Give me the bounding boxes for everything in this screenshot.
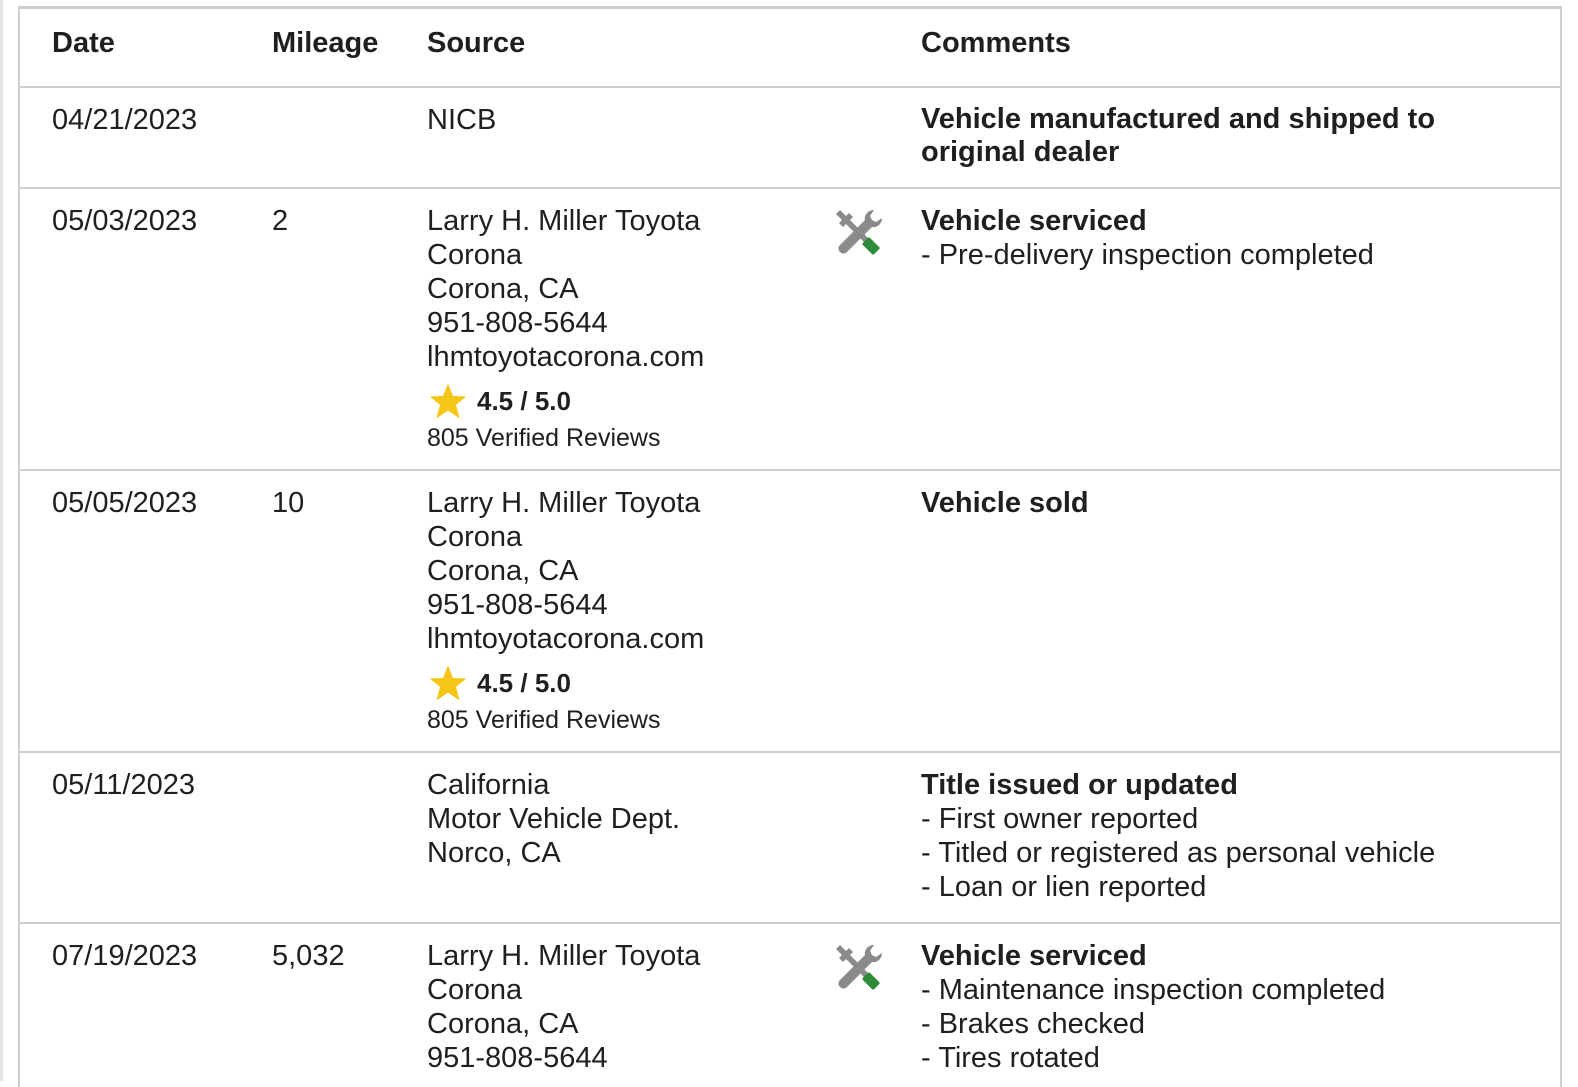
comment-detail: - Brakes checked <box>921 1008 1146 1040</box>
comment-detail: - Titled or registered as personal vehic… <box>921 837 1436 869</box>
source-phone: 951-808-5644 <box>427 589 608 621</box>
page-edge-rule <box>0 0 3 1081</box>
comment-title: Vehicle serviced <box>921 940 1147 972</box>
comment-title: Vehicle sold <box>921 487 1089 519</box>
row-source: Larry H. Miller Toyota Corona Corona, CA… <box>427 486 704 736</box>
rating-score: 4.5 / 5.0 <box>477 386 571 416</box>
source-location: Norco, CA <box>427 837 561 869</box>
source-website: lhmtoyotacorona.com <box>427 341 705 373</box>
row-source: NICB <box>427 103 496 137</box>
row-date: 05/11/2023 <box>52 769 195 801</box>
row-date: 07/19/2023 <box>52 940 198 972</box>
comment-detail: - Pre-delivery inspection completed <box>921 239 1374 271</box>
comment-detail: - First owner reported <box>921 803 1199 835</box>
review-count: 805 Verified Reviews <box>427 706 661 734</box>
comment-title: Title issued or updated <box>921 769 1238 801</box>
row-comments: Vehicle serviced - Pre-delivery inspecti… <box>921 204 1374 272</box>
row-comments: Title issued or updated - First owner re… <box>921 768 1435 904</box>
dealer-rating: 4.5 / 5.0 <box>427 382 704 420</box>
row-comments: Vehicle sold <box>921 486 1089 520</box>
source-name: California <box>427 769 550 801</box>
header-comments: Comments <box>921 27 1071 59</box>
source-name-cont: Corona <box>427 974 523 1006</box>
source-location: Corona, CA <box>427 1008 579 1040</box>
row-mileage: 10 <box>272 487 305 519</box>
vehicle-history-table: Date Mileage Source Comments 04/21/2023 … <box>18 6 1562 1087</box>
row-icon <box>830 204 886 268</box>
header-source: Source <box>427 27 526 59</box>
row-comments: Vehicle manufactured and shipped to orig… <box>921 103 1481 169</box>
table-row: 05/11/2023 California Motor Vehicle Dept… <box>20 753 1560 924</box>
source-location: Corona, CA <box>427 555 579 587</box>
header-mileage: Mileage <box>272 27 379 59</box>
row-source: Larry H. Miller Toyota Corona Corona, CA… <box>427 204 704 454</box>
source-name: Larry H. Miller Toyota <box>427 940 701 972</box>
header-date: Date <box>52 27 115 59</box>
wrench-screwdriver-icon <box>836 945 882 990</box>
table-header: Date Mileage Source Comments <box>20 9 1560 88</box>
comment-title: Vehicle serviced <box>921 205 1147 237</box>
source-line: NICB <box>427 104 497 136</box>
source-name-cont: Corona <box>427 521 523 553</box>
row-date: 05/03/2023 <box>52 205 198 237</box>
source-name: Larry H. Miller Toyota <box>427 487 701 519</box>
rating-score: 4.5 / 5.0 <box>477 668 571 698</box>
review-count: 805 Verified Reviews <box>427 424 661 452</box>
row-source: Larry H. Miller Toyota Corona Corona, CA… <box>427 939 700 1075</box>
row-mileage: 5,032 <box>272 940 345 972</box>
table-row: 07/19/2023 5,032 Larry H. Miller Toyota … <box>20 924 1560 1087</box>
star-icon <box>429 383 467 419</box>
row-date: 05/05/2023 <box>52 487 198 519</box>
wrench-screwdriver-icon <box>836 210 882 255</box>
row-source: California Motor Vehicle Dept. Norco, CA <box>427 768 680 870</box>
source-phone: 951-808-5644 <box>427 1042 608 1074</box>
table-row: 05/05/2023 10 Larry H. Miller Toyota Cor… <box>20 471 1560 753</box>
comment-detail: - Maintenance inspection completed <box>921 974 1386 1006</box>
comment-detail: - Loan or lien reported <box>921 871 1207 903</box>
source-location: Corona, CA <box>427 273 579 305</box>
comment-detail: - Tires rotated <box>921 1042 1100 1074</box>
row-date: 04/21/2023 <box>52 104 198 136</box>
source-name: Larry H. Miller Toyota <box>427 205 701 237</box>
row-icon <box>830 939 886 1003</box>
table-row: 04/21/2023 NICB Vehicle manufactured and… <box>20 88 1560 189</box>
star-icon <box>429 665 467 701</box>
table-row: 05/03/2023 2 Larry H. Miller Toyota Coro… <box>20 189 1560 471</box>
row-comments: Vehicle serviced - Maintenance inspectio… <box>921 939 1385 1075</box>
source-name-cont: Corona <box>427 239 523 271</box>
row-mileage: 2 <box>272 205 289 237</box>
dealer-rating: 4.5 / 5.0 <box>427 664 704 702</box>
source-website: lhmtoyotacorona.com <box>427 623 705 655</box>
source-name-cont: Motor Vehicle Dept. <box>427 803 681 835</box>
source-phone: 951-808-5644 <box>427 307 608 339</box>
comment-title: Vehicle manufactured and shipped to orig… <box>921 103 1436 168</box>
